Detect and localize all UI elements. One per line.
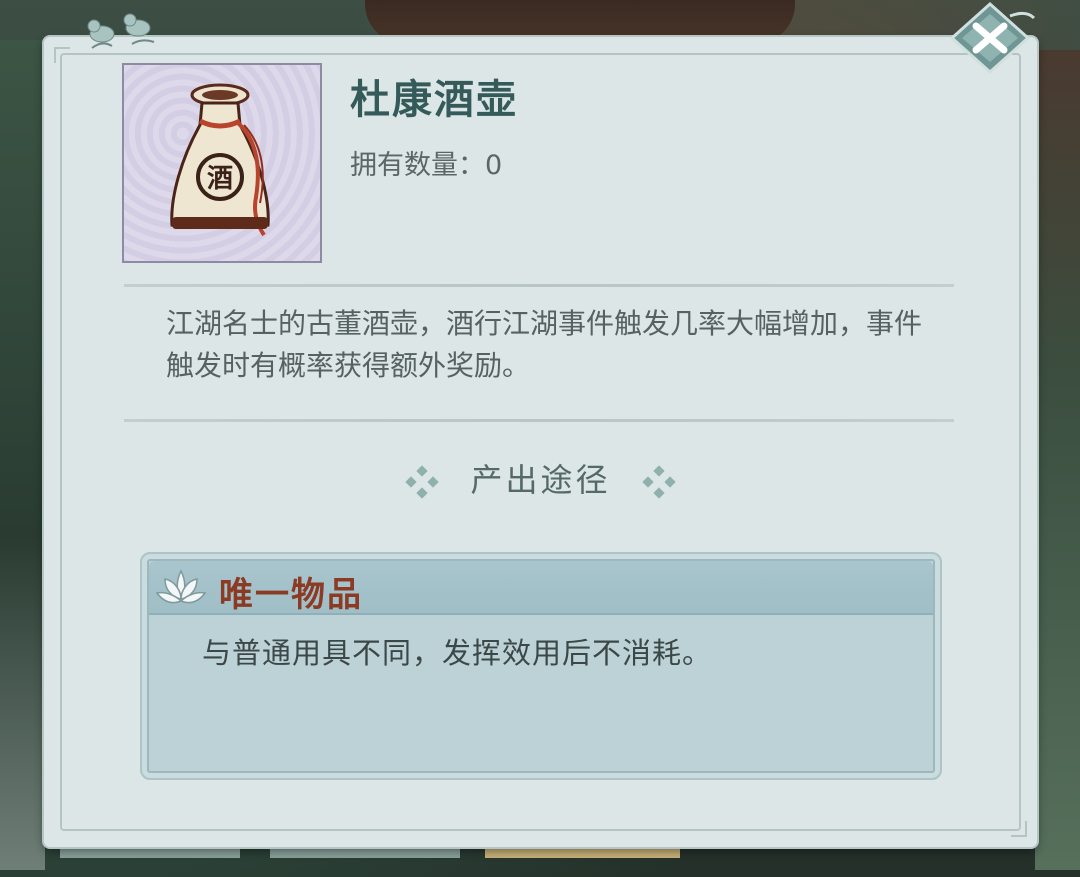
owned-count: 0 — [485, 150, 503, 181]
item-name: 杜康酒壶 — [350, 77, 518, 123]
bird-ornament-icon — [87, 13, 155, 49]
unique-item-title: 唯一物品 — [219, 575, 363, 615]
unique-item-box: 唯一物品 与普通用具不同，发挥效用后不消耗。 — [140, 552, 942, 780]
item-description: 江湖名士的古董酒壶，酒行江湖事件触发几率大幅增加，事件触发时有概率获得额外奖励。 — [166, 307, 923, 382]
item-detail-panel: 酒 杜康酒壶 拥有数量：0 江湖名士的古董酒壶，酒行江湖事件触发几率大幅增加，事… — [44, 37, 1037, 847]
divider — [124, 284, 954, 287]
unique-item-header: 唯一物品 — [149, 561, 933, 615]
close-button[interactable] — [948, 1, 1036, 75]
owned-label: 拥有数量： — [350, 150, 485, 181]
diamond-ornament-icon — [642, 465, 676, 499]
pot-character: 酒 — [207, 164, 233, 194]
unique-item-text: 与普通用具不同，发挥效用后不消耗。 — [202, 636, 713, 670]
lotus-icon — [155, 569, 207, 604]
item-icon-frame: 酒 — [122, 63, 322, 263]
background-bottom-tabs — [60, 846, 680, 858]
background-right-scene — [1035, 50, 1080, 870]
diamond-ornament-icon — [405, 465, 439, 499]
divider — [124, 419, 954, 422]
source-heading: 产出途径 — [44, 455, 1037, 501]
source-heading-label: 产出途径 — [470, 461, 611, 499]
background-left-scene — [0, 40, 45, 870]
close-icon — [949, 1, 1036, 75]
wine-pot-icon: 酒 — [170, 83, 270, 237]
owned-count-row: 拥有数量：0 — [350, 143, 502, 182]
